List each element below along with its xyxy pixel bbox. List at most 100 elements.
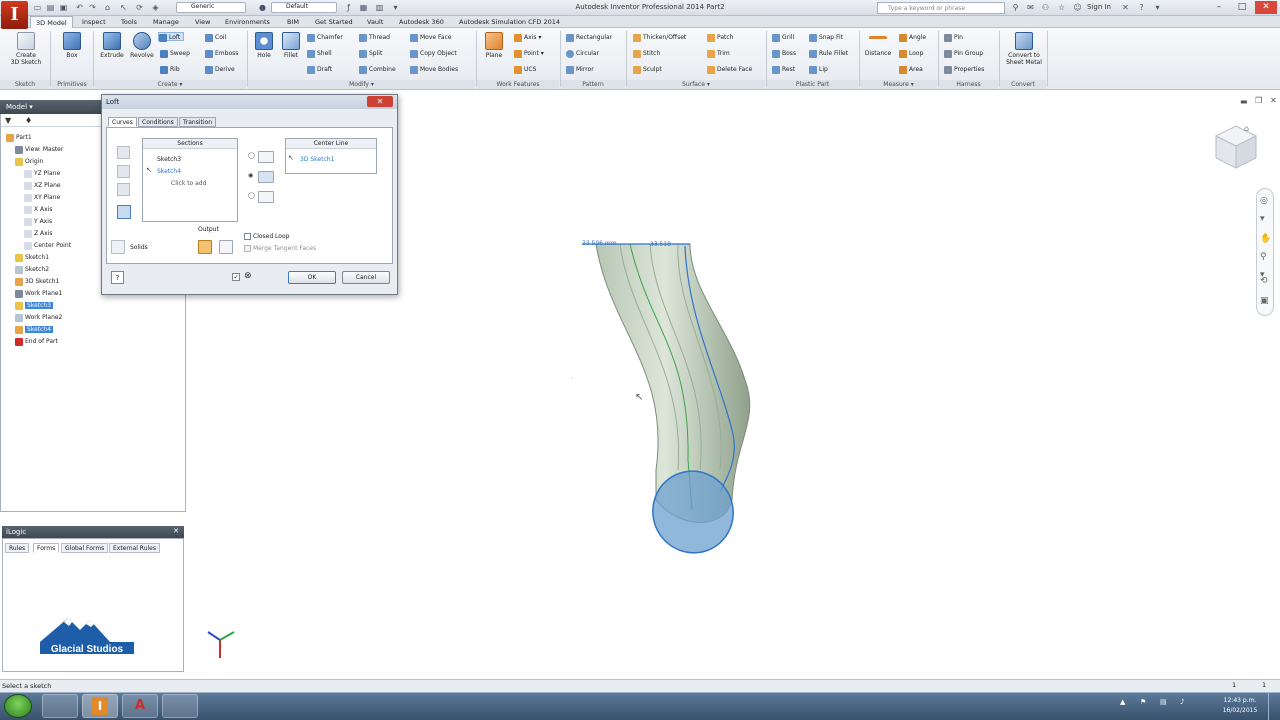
maximize-icon[interactable]: □ (1231, 1, 1253, 14)
tree-item[interactable]: Work Plane2 (15, 312, 62, 324)
snap-fit-button[interactable]: Snap Fit (809, 33, 843, 42)
tab-view[interactable]: View (190, 16, 215, 28)
patch-button[interactable]: Patch (707, 33, 733, 42)
lip-button[interactable]: Lip (809, 65, 828, 74)
combine-button[interactable]: Combine (359, 65, 396, 74)
panel-label-measure[interactable]: Measure ▾ (860, 80, 937, 89)
user-icon[interactable]: ☺ (1072, 2, 1083, 13)
tree-item[interactable]: Sketch2 (15, 264, 49, 276)
parameters-icon[interactable]: ▦ (358, 2, 369, 13)
ilogic-tab-external-rules[interactable]: External Rules (109, 543, 160, 553)
cancel-button[interactable]: Cancel (342, 271, 390, 284)
fillet-button[interactable]: Fillet (277, 32, 305, 59)
tray-flag-icon[interactable]: ⚑ (1140, 698, 1146, 706)
filter-icon[interactable]: ▼ (5, 116, 11, 125)
move-face-button[interactable]: Move Face (410, 33, 452, 42)
taskbar-app-icon[interactable] (42, 694, 78, 718)
tree-item[interactable]: Work Plane1 (15, 288, 62, 300)
loop-button[interactable]: Loop (899, 49, 923, 58)
sign-in-link[interactable]: Sign In (1087, 3, 1111, 11)
circular-pattern-button[interactable]: Circular (566, 49, 599, 58)
create-3d-sketch-button[interactable]: Create 3D Sketch (6, 32, 46, 66)
new-icon[interactable]: ▭ (32, 2, 43, 13)
show-desktop-button[interactable] (1268, 692, 1280, 720)
ucs-button[interactable]: UCS (514, 65, 536, 74)
tree-item[interactable]: Part1 (6, 132, 32, 144)
angle-button[interactable]: Angle (899, 33, 926, 42)
tree-item[interactable]: Center Point (24, 240, 71, 252)
viewcube[interactable] (1208, 120, 1264, 176)
rectangular-pattern-button[interactable]: Rectangular (566, 33, 612, 42)
output-solid-icon[interactable] (198, 240, 212, 254)
zoom-icon[interactable]: ⚲ (1260, 252, 1267, 262)
reports-icon[interactable]: ▥ (374, 2, 385, 13)
viewport-minimize-icon[interactable]: ▬ (1240, 97, 1248, 106)
tree-item[interactable]: 3D Sketch1 (15, 276, 59, 288)
appearance-icon[interactable]: ● (257, 2, 268, 13)
tab-manage[interactable]: Manage (148, 16, 184, 28)
communication-icon[interactable]: ✉ (1025, 2, 1036, 13)
click-to-add-sections[interactable]: Click to add (171, 180, 206, 187)
rib-button[interactable]: Rib (160, 65, 180, 74)
favorites-icon[interactable]: ☆ (1056, 2, 1067, 13)
revolve-button[interactable]: Revolve (126, 32, 158, 59)
section-item[interactable]: Sketch4 (157, 168, 181, 175)
tray-expand-icon[interactable]: ▲ (1120, 698, 1125, 706)
area-button[interactable]: Area (899, 65, 923, 74)
customize-icon[interactable]: ▾ (390, 2, 401, 13)
select-icon[interactable]: ↖ (118, 2, 129, 13)
trim-button[interactable]: Trim (707, 49, 730, 58)
tab-get-started[interactable]: Get Started (310, 16, 358, 28)
tree-item[interactable]: XZ Plane (24, 180, 61, 192)
loft-button[interactable]: Loft (158, 32, 185, 42)
delete-face-button[interactable]: Delete Face (707, 65, 752, 74)
add-section-icon[interactable] (117, 146, 130, 159)
home-icon[interactable]: ⌂ (102, 2, 113, 13)
tab-bim[interactable]: BIM (282, 16, 304, 28)
distance-button[interactable]: Distance (862, 32, 894, 57)
ok-button[interactable]: OK (288, 271, 336, 284)
rule-fillet-button[interactable]: Rule Fillet (809, 49, 848, 58)
point-mapping-icon[interactable] (117, 205, 131, 219)
thicken-offset-button[interactable]: Thicken/Offset (633, 33, 686, 42)
start-button[interactable] (4, 694, 32, 718)
copy-object-button[interactable]: Copy Object (410, 49, 457, 58)
ilogic-tab-forms[interactable]: Forms (33, 543, 60, 553)
mirror-button[interactable]: Mirror (566, 65, 594, 74)
rails-radio-icon[interactable]: ◯ (248, 152, 255, 159)
tree-item[interactable]: Y Axis (24, 216, 52, 228)
tab-conditions[interactable]: Conditions (138, 117, 178, 127)
panel-label-modify[interactable]: Modify ▾ (248, 80, 475, 89)
panel-label-surface[interactable]: Surface ▾ (627, 80, 765, 89)
tab-environments[interactable]: Environments (220, 16, 275, 28)
tab-autodesk-360[interactable]: Autodesk 360 (394, 16, 449, 28)
tree-item[interactable]: End of Part (15, 336, 58, 348)
chamfer-button[interactable]: Chamfer (307, 33, 343, 42)
properties-button[interactable]: Properties (944, 65, 984, 74)
box-button[interactable]: Box (56, 32, 88, 59)
center-line-item[interactable]: 3D Sketch1 (300, 156, 334, 163)
viewport-restore-icon[interactable]: ❐ (1255, 96, 1262, 105)
tree-item[interactable]: Sketch1 (15, 252, 49, 264)
close-window-icon[interactable]: ✕ (1255, 1, 1277, 14)
exchange-icon[interactable]: ✕ (1120, 2, 1131, 13)
closed-loop-checkbox[interactable] (244, 233, 251, 240)
orbit-icon[interactable]: ⟲ (1260, 276, 1268, 286)
plane-button[interactable]: Plane (480, 32, 508, 59)
centerline-radio-icon[interactable]: ◉ (248, 172, 253, 179)
tab-transition[interactable]: Transition (179, 117, 217, 127)
sculpt-button[interactable]: Sculpt (633, 65, 662, 74)
help-icon[interactable]: ? (111, 271, 124, 284)
tree-item[interactable]: Sketch3 (15, 300, 54, 312)
pin-button[interactable]: Pin (944, 33, 963, 42)
help-icon[interactable]: ? (1136, 2, 1147, 13)
move-bodies-button[interactable]: Move Bodies (410, 65, 458, 74)
tab-simulation-cfd[interactable]: Autodesk Simulation CFD 2014 (454, 16, 565, 28)
coil-button[interactable]: Coil (205, 33, 226, 42)
appearance-dropdown[interactable]: Generic (176, 2, 246, 13)
sweep-button[interactable]: Sweep (160, 49, 190, 58)
viewcube-home-icon[interactable]: ⌂ (1244, 124, 1249, 133)
dialog-close-icon[interactable]: ✕ (367, 96, 393, 107)
taskbar-recorder-icon[interactable] (162, 694, 198, 718)
hole-button[interactable]: Hole (250, 32, 278, 59)
